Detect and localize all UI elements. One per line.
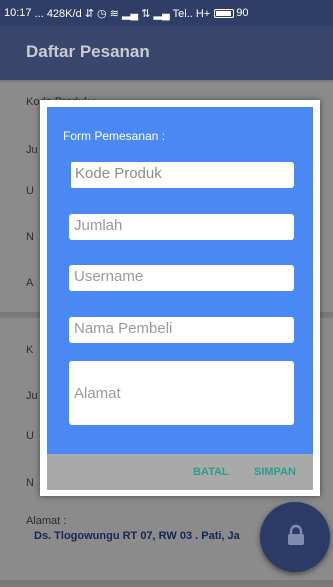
dialog-footer: BATAL SIMPAN bbox=[47, 454, 313, 490]
fab-button[interactable] bbox=[260, 502, 330, 572]
lock-icon bbox=[288, 524, 304, 545]
label-kode-produk: K bbox=[26, 344, 34, 356]
battery-icon bbox=[214, 8, 235, 18]
alamat-input[interactable]: Alamat bbox=[69, 361, 294, 425]
save-button[interactable]: SIMPAN bbox=[254, 466, 296, 478]
order-form-dialog: Form Pemesanan : Kode Produk Jumlah User… bbox=[40, 100, 320, 496]
kode-produk-input[interactable]: Kode Produk bbox=[69, 162, 294, 188]
label-username: U bbox=[26, 430, 34, 442]
status-indicators: ... 428K/d ⇵ ◷ ≋ ▂▄ ⇅ ▂▄ Tel.. H+ bbox=[34, 7, 211, 20]
jumlah-input[interactable]: Jumlah bbox=[69, 214, 294, 240]
dialog-body: Form Pemesanan : Kode Produk Jumlah User… bbox=[47, 107, 313, 454]
battery-level: 90 bbox=[236, 7, 249, 19]
nama-pembeli-input[interactable]: Nama Pembeli bbox=[69, 317, 294, 343]
username-input[interactable]: Username bbox=[69, 265, 294, 291]
label-jumlah: Ju bbox=[26, 390, 38, 402]
status-time: 10:17 bbox=[4, 7, 32, 19]
label-nama: N bbox=[26, 231, 34, 243]
value-alamat: Ds. Tlogowungu RT 07, RW 03 . Pati, Ja bbox=[34, 530, 240, 542]
status-bar: 10:17 ... 428K/d ⇵ ◷ ≋ ▂▄ ⇅ ▂▄ Tel.. H+ … bbox=[0, 0, 333, 26]
dialog-title: Form Pemesanan : bbox=[63, 129, 166, 143]
label-alamat: A bbox=[26, 277, 34, 289]
page-title: Daftar Pesanan bbox=[26, 42, 150, 61]
label-alamat: Alamat : bbox=[26, 515, 67, 527]
cancel-button[interactable]: BATAL bbox=[193, 466, 229, 478]
app-bar: Daftar Pesanan bbox=[0, 26, 333, 80]
label-username: U bbox=[26, 185, 34, 197]
label-jumlah: Ju bbox=[26, 144, 38, 156]
label-nama: N bbox=[26, 477, 34, 489]
